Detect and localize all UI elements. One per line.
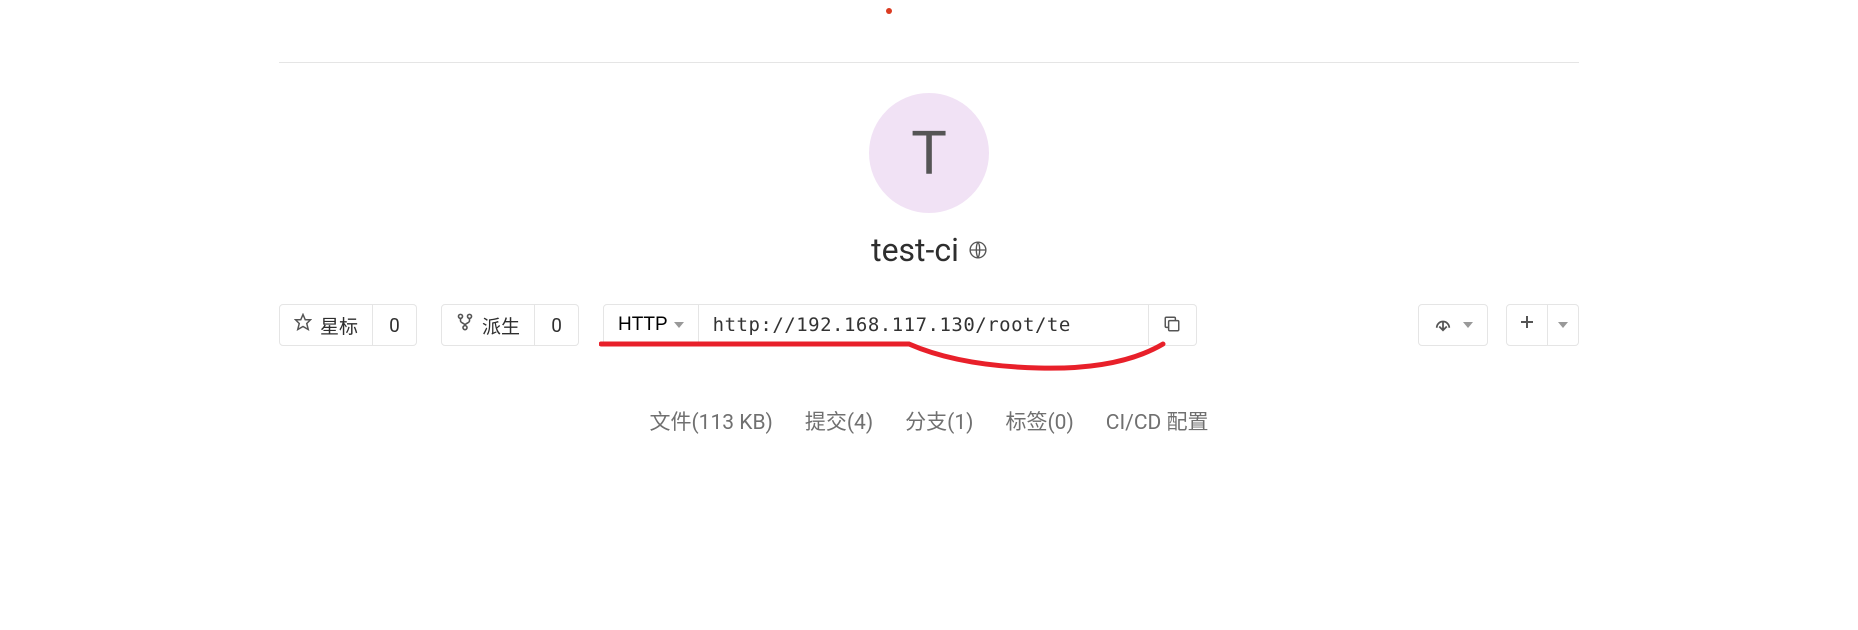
stat-cicd[interactable]: CI/CD 配置 (1106, 406, 1209, 436)
notification-dot (886, 8, 892, 14)
project-header: T test-ci (279, 93, 1579, 269)
stat-branches-label: 分支 (905, 411, 947, 435)
copy-url-button[interactable] (1149, 304, 1197, 346)
fork-button[interactable]: 派生 (441, 304, 535, 346)
stat-files-label: 文件 (649, 411, 691, 435)
clone-group: HTTP (603, 304, 1197, 346)
stat-cicd-label: CI/CD 配置 (1106, 411, 1209, 435)
chevron-down-icon (674, 322, 684, 328)
star-group: 星标 0 (279, 304, 417, 346)
chevron-down-icon (1558, 322, 1568, 328)
divider (279, 62, 1579, 63)
project-page: T test-ci 星标 0 (279, 0, 1579, 436)
stat-commits-count: (4) (847, 411, 873, 435)
add-dropdown-group (1506, 304, 1579, 346)
stat-branches[interactable]: 分支(1) (905, 406, 973, 436)
star-button[interactable]: 星标 (279, 304, 373, 346)
fork-count[interactable]: 0 (535, 304, 579, 346)
copy-icon (1163, 315, 1181, 336)
star-count[interactable]: 0 (373, 304, 417, 346)
globe-icon (969, 241, 987, 259)
stat-tags[interactable]: 标签(0) (1005, 406, 1073, 436)
project-stats: 文件(113 KB) 提交(4) 分支(1) 标签(0) CI/CD 配置 (279, 406, 1579, 436)
stat-tags-count: (0) (1047, 411, 1073, 435)
download-dropdown[interactable] (1418, 304, 1488, 346)
protocol-label: HTTP (618, 314, 668, 336)
project-title-row: test-ci (279, 231, 1579, 269)
project-avatar: T (869, 93, 989, 213)
stat-commits[interactable]: 提交(4) (805, 406, 873, 436)
protocol-dropdown[interactable]: HTTP (603, 304, 699, 346)
add-button[interactable] (1506, 304, 1548, 346)
plus-icon (1519, 314, 1535, 336)
stat-branches-count: (1) (947, 411, 973, 435)
stat-files[interactable]: 文件(113 KB) (649, 406, 772, 436)
annotation-underline (599, 340, 1169, 380)
stat-commits-label: 提交 (805, 411, 847, 435)
actions-row: 星标 0 派生 0 HTTP (279, 304, 1579, 346)
star-icon (294, 313, 312, 337)
add-dropdown-toggle[interactable] (1548, 304, 1579, 346)
right-action-group (1418, 304, 1579, 346)
fork-icon (456, 313, 474, 337)
clone-url-input[interactable] (699, 304, 1149, 346)
download-icon (1433, 314, 1453, 337)
project-name: test-ci (871, 231, 959, 269)
stat-files-size: (113 KB) (691, 411, 772, 435)
chevron-down-icon (1463, 322, 1473, 328)
avatar-letter: T (911, 118, 947, 189)
star-label: 星标 (320, 312, 358, 339)
fork-group: 派生 0 (441, 304, 579, 346)
stat-tags-label: 标签 (1005, 411, 1047, 435)
fork-label: 派生 (482, 312, 520, 339)
